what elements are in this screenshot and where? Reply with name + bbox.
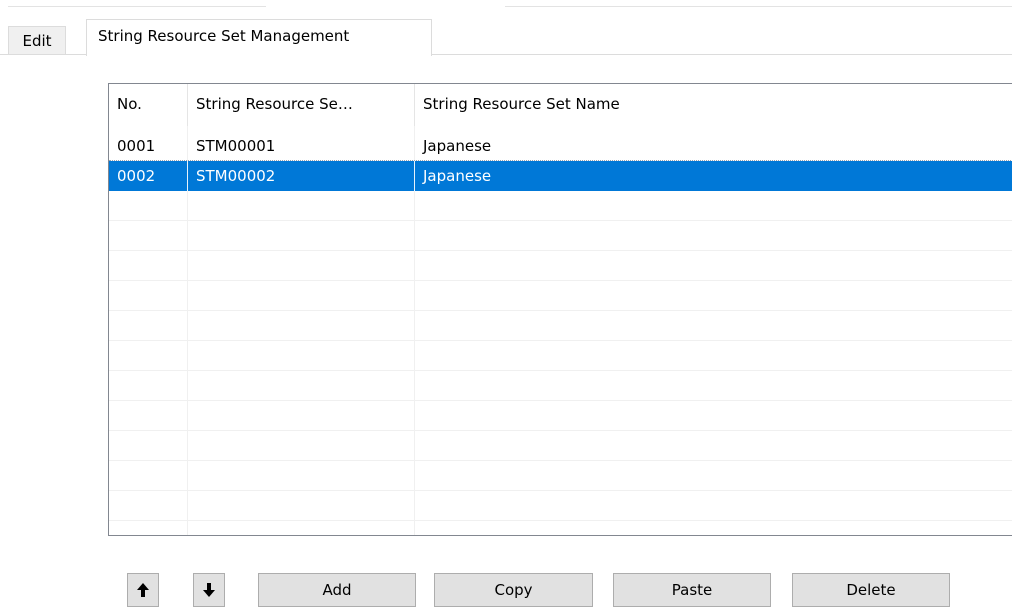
empty-row	[109, 401, 1012, 431]
cell-id: STM00002	[196, 167, 276, 185]
empty-row	[109, 281, 1012, 311]
table-row[interactable]: 0001 STM00001 Japanese	[109, 131, 1012, 161]
empty-row	[109, 431, 1012, 461]
empty-row	[109, 191, 1012, 221]
column-header-string-resource-set-name[interactable]: String Resource Set Name	[415, 84, 1012, 126]
move-up-button[interactable]	[127, 573, 159, 607]
divider	[505, 6, 1012, 7]
cell-name: Japanese	[423, 167, 492, 185]
paste-button[interactable]: Paste	[613, 573, 771, 607]
delete-button[interactable]: Delete	[792, 573, 950, 607]
string-resource-set-list[interactable]: No. String Resource Se… String Resource …	[108, 83, 1012, 536]
add-button[interactable]: Add	[258, 573, 416, 607]
down-arrow-icon	[203, 583, 215, 597]
column-header-no[interactable]: No.	[109, 84, 187, 126]
empty-row	[109, 521, 1012, 535]
cell-no: 0001	[117, 137, 156, 155]
column-header-string-resource-set-id[interactable]: String Resource Se…	[188, 84, 414, 126]
empty-row	[109, 341, 1012, 371]
move-down-button[interactable]	[193, 573, 225, 607]
up-arrow-icon	[137, 583, 149, 597]
copy-button[interactable]: Copy	[434, 573, 593, 607]
tab-string-resource-set-management[interactable]: String Resource Set Management	[86, 19, 432, 56]
divider	[8, 6, 266, 7]
empty-row	[109, 461, 1012, 491]
empty-row	[109, 371, 1012, 401]
empty-row	[109, 251, 1012, 281]
empty-row	[109, 311, 1012, 341]
cell-id: STM00001	[196, 137, 276, 155]
table-row-selected[interactable]: 0002 STM00002 Japanese	[109, 161, 1012, 191]
empty-row	[109, 221, 1012, 251]
tab-edit[interactable]: Edit	[8, 26, 66, 54]
cell-name: Japanese	[423, 137, 492, 155]
string-resource-window: Edit String Resource Set Management No. …	[0, 0, 1012, 607]
cell-no: 0002	[117, 167, 156, 185]
list-header: No. String Resource Se… String Resource …	[109, 84, 1012, 126]
empty-row	[109, 491, 1012, 521]
